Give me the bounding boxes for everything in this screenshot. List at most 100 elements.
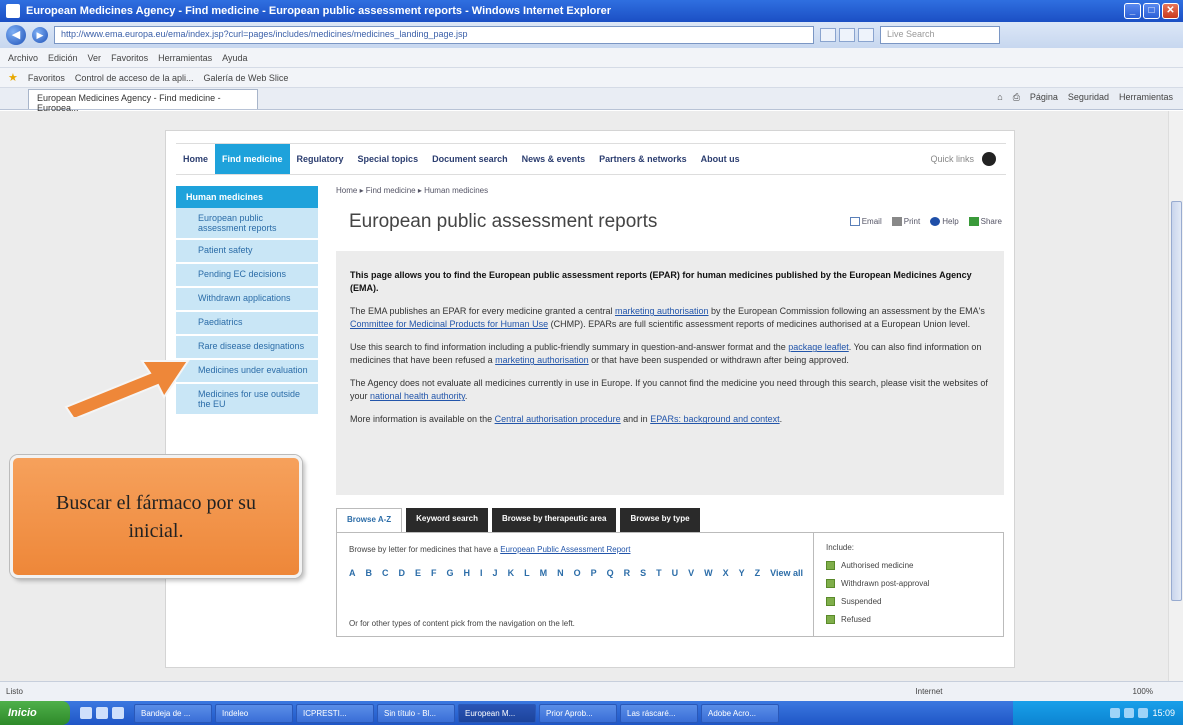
tray-icon-1[interactable] bbox=[1110, 708, 1121, 718]
checkbox-suspended[interactable] bbox=[826, 597, 835, 606]
national-health-authority-link[interactable]: national health authority bbox=[370, 391, 465, 401]
left-nav-item-patient-safety[interactable]: Patient safety bbox=[176, 240, 318, 264]
quicklaunch-icon-2[interactable] bbox=[96, 707, 108, 719]
letter-y-link[interactable]: Y bbox=[739, 568, 745, 578]
letter-t-link[interactable]: T bbox=[656, 568, 662, 578]
breadcrumb[interactable]: Home ▸ Find medicine ▸ Human medicines bbox=[336, 186, 488, 195]
minimize-icon[interactable]: _ bbox=[1124, 3, 1141, 19]
letter-i-link[interactable]: I bbox=[480, 568, 483, 578]
favorite-link-web-slice[interactable]: Galería de Web Slice bbox=[203, 73, 288, 83]
compat-view-icon[interactable] bbox=[820, 28, 836, 42]
help-link[interactable]: Help bbox=[930, 217, 959, 227]
forward-icon[interactable]: ▶ bbox=[32, 27, 48, 43]
scrollbar-thumb[interactable] bbox=[1171, 201, 1182, 601]
letter-a-link[interactable]: A bbox=[349, 568, 356, 578]
left-nav-item-under-evaluation[interactable]: Medicines under evaluation bbox=[176, 360, 318, 384]
quick-links-go-icon[interactable] bbox=[982, 152, 996, 166]
letter-x-link[interactable]: X bbox=[723, 568, 729, 578]
task-icprest[interactable]: ICPRESTI... bbox=[296, 703, 374, 723]
cmd-seguridad[interactable]: Seguridad bbox=[1068, 92, 1109, 103]
tab-browse-therapeutic-area[interactable]: Browse by therapeutic area bbox=[491, 508, 617, 532]
letter-k-link[interactable]: K bbox=[508, 568, 515, 578]
quick-links-select[interactable]: Quick links bbox=[930, 154, 982, 164]
letter-r-link[interactable]: R bbox=[624, 568, 631, 578]
nav-special-topics[interactable]: Special topics bbox=[351, 144, 426, 174]
letter-u-link[interactable]: U bbox=[672, 568, 679, 578]
refresh-icon[interactable] bbox=[839, 28, 855, 42]
cmd-pagina[interactable]: Página bbox=[1030, 92, 1058, 103]
task-bandeja[interactable]: Bandeja de ... bbox=[134, 703, 212, 723]
letter-n-link[interactable]: N bbox=[557, 568, 564, 578]
letter-c-link[interactable]: C bbox=[382, 568, 389, 578]
filter-authorised[interactable]: Authorised medicine bbox=[826, 561, 991, 570]
favorite-link-control-acceso[interactable]: Control de acceso de la apli... bbox=[75, 73, 194, 83]
clock[interactable]: 15:09 bbox=[1152, 708, 1175, 718]
epar-link[interactable]: European Public Assessment Report bbox=[500, 545, 630, 554]
letter-w-link[interactable]: W bbox=[704, 568, 713, 578]
cmd-herramientas[interactable]: Herramientas bbox=[1119, 92, 1173, 103]
letter-m-link[interactable]: M bbox=[540, 568, 548, 578]
start-button[interactable]: Inicio bbox=[0, 701, 70, 725]
vertical-scrollbar[interactable] bbox=[1168, 111, 1183, 681]
stop-icon[interactable] bbox=[858, 28, 874, 42]
checkbox-authorised[interactable] bbox=[826, 561, 835, 570]
task-sin-titulo[interactable]: Sin título - Bl... bbox=[377, 703, 455, 723]
letter-o-link[interactable]: O bbox=[574, 568, 581, 578]
tray-icon-2[interactable] bbox=[1124, 708, 1135, 718]
nav-document-search[interactable]: Document search bbox=[425, 144, 515, 174]
filter-withdrawn[interactable]: Withdrawn post-approval bbox=[826, 579, 991, 588]
menu-favoritos[interactable]: Favoritos bbox=[111, 53, 148, 63]
tab-browse-by-type[interactable]: Browse by type bbox=[620, 508, 700, 532]
letter-j-link[interactable]: J bbox=[493, 568, 498, 578]
tab-browse-a-z[interactable]: Browse A-Z bbox=[336, 508, 403, 532]
nav-find-medicine[interactable]: Find medicine bbox=[215, 144, 290, 174]
letter-h-link[interactable]: H bbox=[464, 568, 471, 578]
maximize-icon[interactable]: □ bbox=[1143, 3, 1160, 19]
tray-icon-3[interactable] bbox=[1138, 708, 1149, 718]
letter-b-link[interactable]: B bbox=[366, 568, 373, 578]
chmp-link[interactable]: Committee for Medicinal Products for Hum… bbox=[350, 319, 548, 329]
share-link[interactable]: Share bbox=[968, 217, 1002, 227]
central-authorisation-link[interactable]: Central authorisation procedure bbox=[495, 414, 621, 424]
marketing-authorisation-link-2[interactable]: marketing authorisation bbox=[495, 355, 589, 365]
print-icon[interactable]: ⎙ bbox=[1013, 92, 1020, 103]
tab-keyword-search[interactable]: Keyword search bbox=[406, 508, 488, 532]
package-leaflet-link[interactable]: package leaflet bbox=[788, 342, 849, 352]
checkbox-refused[interactable] bbox=[826, 615, 835, 624]
epars-background-link[interactable]: EPARs: background and context bbox=[650, 414, 779, 424]
filter-suspended[interactable]: Suspended bbox=[826, 597, 991, 606]
checkbox-withdrawn[interactable] bbox=[826, 579, 835, 588]
letter-z-link[interactable]: Z bbox=[755, 568, 761, 578]
task-indeleo[interactable]: Indeleo bbox=[215, 703, 293, 723]
menu-ver[interactable]: Ver bbox=[88, 53, 102, 63]
letter-l-link[interactable]: L bbox=[524, 568, 530, 578]
live-search-input[interactable]: Live Search bbox=[880, 26, 1000, 44]
left-nav-item-rare-disease[interactable]: Rare disease designations bbox=[176, 336, 318, 360]
nav-news-events[interactable]: News & events bbox=[515, 144, 593, 174]
filter-refused[interactable]: Refused bbox=[826, 615, 991, 624]
left-nav-item-pending-ec[interactable]: Pending EC decisions bbox=[176, 264, 318, 288]
letter-f-link[interactable]: F bbox=[431, 568, 437, 578]
left-nav-header[interactable]: Human medicines bbox=[176, 186, 318, 208]
menu-herramientas[interactable]: Herramientas bbox=[158, 53, 212, 63]
task-adobe-acro[interactable]: Adobe Acro... bbox=[701, 703, 779, 723]
left-nav-item-epar[interactable]: European public assessment reports bbox=[176, 208, 318, 240]
quicklaunch-icon-3[interactable] bbox=[112, 707, 124, 719]
left-nav-item-withdrawn[interactable]: Withdrawn applications bbox=[176, 288, 318, 312]
left-nav-item-outside-eu[interactable]: Medicines for use outside the EU bbox=[176, 384, 318, 416]
zoom-level[interactable]: 100% bbox=[1133, 687, 1153, 696]
nav-regulatory[interactable]: Regulatory bbox=[290, 144, 351, 174]
menu-archivo[interactable]: Archivo bbox=[8, 53, 38, 63]
letter-p-link[interactable]: P bbox=[591, 568, 597, 578]
task-european-m[interactable]: European M... bbox=[458, 703, 536, 723]
favorites-star-icon[interactable]: ★ bbox=[8, 71, 18, 84]
task-las-rascare[interactable]: Las ráscaré... bbox=[620, 703, 698, 723]
nav-home[interactable]: Home bbox=[176, 144, 215, 174]
menu-edicion[interactable]: Edición bbox=[48, 53, 78, 63]
task-prior-aprob[interactable]: Prior Aprob... bbox=[539, 703, 617, 723]
left-nav-item-paediatrics[interactable]: Paediatrics bbox=[176, 312, 318, 336]
quicklaunch-icon-1[interactable] bbox=[80, 707, 92, 719]
url-input[interactable]: http://www.ema.europa.eu/ema/index.jsp?c… bbox=[54, 26, 814, 44]
print-link[interactable]: Print bbox=[891, 217, 920, 227]
letter-q-link[interactable]: Q bbox=[607, 568, 614, 578]
